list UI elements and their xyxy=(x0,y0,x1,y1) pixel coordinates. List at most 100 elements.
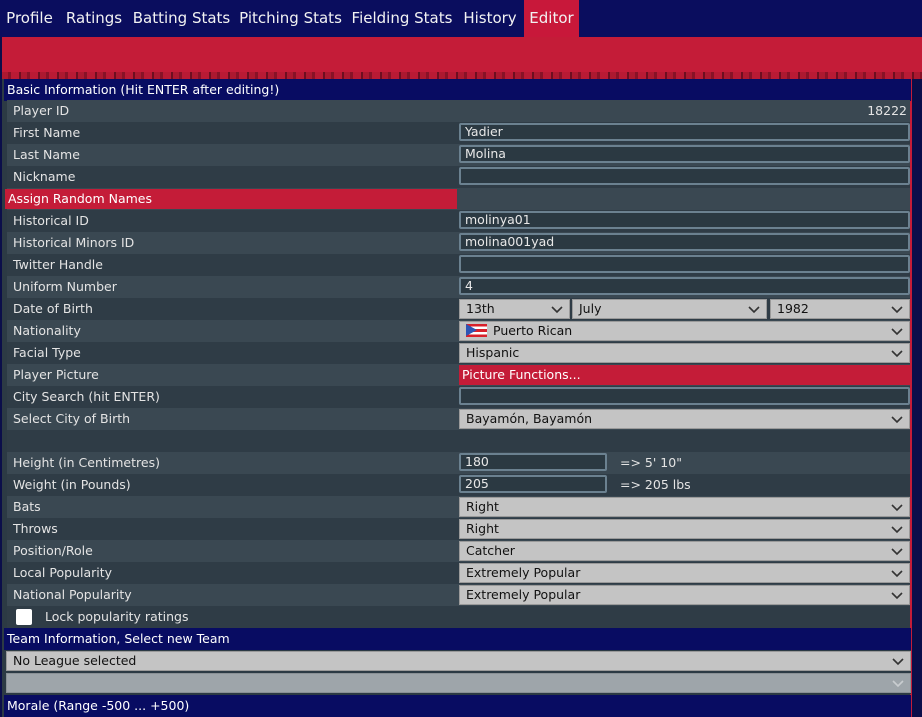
weight-row: Weight (in Pounds) 205 => 205 lbs xyxy=(7,474,910,496)
chevron-down-icon xyxy=(891,504,903,512)
city-of-birth-value: Bayamón, Bayamón xyxy=(466,411,593,426)
team-select[interactable] xyxy=(6,673,911,693)
weight-converted: => 205 lbs xyxy=(620,477,691,492)
player-id-label: Player ID xyxy=(13,103,70,118)
throws-row: Throws Right xyxy=(7,518,910,540)
picture-functions-button[interactable]: Picture Functions... xyxy=(459,365,910,385)
last-name-row: Last Name Molina xyxy=(7,144,910,166)
spacer-row xyxy=(7,430,910,452)
national-popularity-row: National Popularity Extremely Popular xyxy=(7,584,910,606)
dob-day-value: 13th xyxy=(466,301,495,316)
chevron-down-icon xyxy=(891,526,903,534)
chevron-down-icon xyxy=(892,680,904,688)
bats-label: Bats xyxy=(13,499,41,514)
city-search-label: City Search (hit ENTER) xyxy=(13,389,160,404)
national-popularity-value: Extremely Popular xyxy=(466,587,581,602)
position-select[interactable]: Catcher xyxy=(459,541,910,561)
facial-type-label: Facial Type xyxy=(13,345,81,360)
nickname-label: Nickname xyxy=(13,169,76,184)
chevron-down-icon xyxy=(891,548,903,556)
tab-editor[interactable]: Editor xyxy=(524,0,579,37)
first-name-field[interactable]: Yadier xyxy=(459,123,910,141)
height-row: Height (in Centimetres) 180 => 5' 10" xyxy=(7,452,910,474)
position-row: Position/Role Catcher xyxy=(7,540,910,562)
puerto-rico-flag-icon xyxy=(466,324,487,337)
chevron-down-icon xyxy=(891,306,903,314)
throws-label: Throws xyxy=(13,521,58,536)
historical-id-row: Historical ID molinya01 xyxy=(7,210,910,232)
nickname-field[interactable] xyxy=(459,167,910,185)
first-name-row: First Name Yadier xyxy=(7,122,910,144)
local-popularity-value: Extremely Popular xyxy=(466,565,581,580)
team-row xyxy=(4,672,911,694)
height-field[interactable]: 180 xyxy=(459,453,607,471)
league-select[interactable]: No League selected xyxy=(6,651,911,671)
player-id-row: Player ID 18222 xyxy=(7,100,910,122)
dob-day-select[interactable]: 13th xyxy=(459,299,570,319)
uniform-field[interactable]: 4 xyxy=(459,277,910,295)
facial-type-value: Hispanic xyxy=(466,345,520,360)
bats-select[interactable]: Right xyxy=(459,497,910,517)
tab-ratings[interactable]: Ratings xyxy=(59,0,129,37)
historical-id-field[interactable]: molinya01 xyxy=(459,211,910,229)
bats-row: Bats Right xyxy=(7,496,910,518)
tab-batting-stats[interactable]: Batting Stats xyxy=(129,0,234,37)
chevron-down-icon xyxy=(892,658,904,666)
chevron-down-icon xyxy=(551,306,563,314)
dob-row: Date of Birth 13th July 1982 xyxy=(7,298,910,320)
chevron-down-icon xyxy=(748,306,760,314)
chevron-down-icon xyxy=(891,416,903,424)
height-converted: => 5' 10" xyxy=(620,455,682,470)
city-of-birth-row: Select City of Birth Bayamón, Bayamón xyxy=(7,408,910,430)
historical-minors-id-label: Historical Minors ID xyxy=(13,235,135,250)
tab-history[interactable]: History xyxy=(457,0,523,37)
facial-type-select[interactable]: Hispanic xyxy=(459,343,910,363)
twitter-field[interactable] xyxy=(459,255,910,273)
bats-value: Right xyxy=(466,499,499,514)
team-info-header: Team Information, Select new Team xyxy=(4,628,911,650)
nationality-row: Nationality Puerto Rican xyxy=(7,320,910,342)
twitter-label: Twitter Handle xyxy=(13,257,103,272)
chevron-down-icon xyxy=(891,570,903,578)
national-popularity-select[interactable]: Extremely Popular xyxy=(459,585,910,605)
local-popularity-select[interactable]: Extremely Popular xyxy=(459,563,910,583)
banner-texture xyxy=(2,72,922,79)
weight-label: Weight (in Pounds) xyxy=(13,477,131,492)
dob-month-select[interactable]: July xyxy=(572,299,767,319)
league-value: No League selected xyxy=(13,653,137,668)
lock-popularity-row: Lock popularity ratings xyxy=(7,606,910,628)
dob-year-select[interactable]: 1982 xyxy=(770,299,910,319)
nationality-label: Nationality xyxy=(13,323,81,338)
dob-month-value: July xyxy=(579,301,602,316)
tab-fielding-stats[interactable]: Fielding Stats xyxy=(347,0,457,37)
assign-random-names-button[interactable]: Assign Random Names xyxy=(5,189,457,209)
nationality-select[interactable]: Puerto Rican xyxy=(459,321,910,341)
dob-year-value: 1982 xyxy=(777,301,809,316)
national-popularity-label: National Popularity xyxy=(13,587,132,602)
weight-field[interactable]: 205 xyxy=(459,475,607,493)
nationality-value: Puerto Rican xyxy=(493,323,573,338)
tab-pitching-stats[interactable]: Pitching Stats xyxy=(234,0,347,37)
player-picture-label: Player Picture xyxy=(13,367,99,382)
city-of-birth-select[interactable]: Bayamón, Bayamón xyxy=(459,409,910,429)
historical-id-label: Historical ID xyxy=(13,213,89,228)
uniform-row: Uniform Number 4 xyxy=(7,276,910,298)
lock-popularity-label: Lock popularity ratings xyxy=(45,609,189,624)
facial-type-row: Facial Type Hispanic xyxy=(7,342,910,364)
height-label: Height (in Centimetres) xyxy=(13,455,160,470)
basic-info-header: Basic Information (Hit ENTER after editi… xyxy=(4,79,911,101)
position-label: Position/Role xyxy=(13,543,93,558)
chevron-down-icon xyxy=(891,328,903,336)
city-search-field[interactable] xyxy=(459,387,910,405)
twitter-row: Twitter Handle xyxy=(7,254,910,276)
lock-popularity-checkbox[interactable] xyxy=(16,609,32,625)
chevron-down-icon xyxy=(891,350,903,358)
random-names-row: Assign Random Names xyxy=(5,188,910,210)
local-popularity-row: Local Popularity Extremely Popular xyxy=(7,562,910,584)
historical-minors-id-row: Historical Minors ID molina001yad xyxy=(7,232,910,254)
last-name-field[interactable]: Molina xyxy=(459,145,910,163)
throws-select[interactable]: Right xyxy=(459,519,910,539)
historical-minors-id-field[interactable]: molina001yad xyxy=(459,233,910,251)
tab-profile[interactable]: Profile xyxy=(0,0,59,37)
last-name-label: Last Name xyxy=(13,147,80,162)
